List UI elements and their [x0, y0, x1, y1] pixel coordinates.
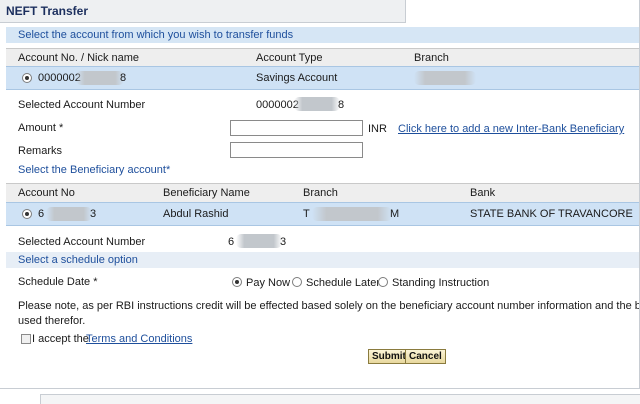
neft-transfer-panel: NEFT Transfer Select the account from wh…: [0, 0, 640, 389]
masked-selected-account: [294, 97, 340, 111]
beneficiary-section-heading: Select the Beneficiary account*: [18, 164, 171, 176]
column-header-beneficiary-bank: Bank: [470, 187, 496, 199]
source-account-row[interactable]: 0000002 8 Savings Account: [6, 66, 639, 90]
rbi-note-line1: Please note, as per RBI instructions cre…: [18, 300, 640, 312]
pay-now-radio[interactable]: [232, 277, 242, 287]
masked-account-digits: [76, 71, 124, 85]
remarks-label: Remarks: [18, 145, 63, 157]
source-section-heading: Select the account from which you wish t…: [18, 29, 294, 41]
column-header-account-no: Account No. / Nick name: [18, 52, 140, 64]
source-table-header: Account No. / Nick name Account Type Bra…: [6, 48, 639, 67]
standing-instruction-radio[interactable]: [378, 277, 388, 287]
beneficiary-branch-suffix: M: [390, 208, 400, 220]
schedule-later-label: Schedule Later: [306, 277, 380, 289]
column-header-beneficiary-branch: Branch: [303, 187, 338, 199]
page-title: NEFT Transfer: [6, 4, 89, 18]
column-header-beneficiary-name: Beneficiary Name: [163, 187, 250, 199]
column-header-account-type: Account Type: [256, 52, 323, 64]
amount-input[interactable]: [230, 120, 363, 136]
accept-terms-checkbox[interactable]: [21, 334, 31, 344]
selected-account-suffix: 8: [338, 99, 345, 111]
beneficiary-branch: T: [303, 208, 310, 220]
amount-label: Amount *: [18, 122, 64, 134]
add-beneficiary-link[interactable]: Click here to add a new Inter-Bank Benef…: [398, 123, 624, 135]
pay-now-label: Pay Now: [246, 277, 291, 289]
source-account-number-suffix: 8: [120, 72, 127, 84]
beneficiary-account-number: 6: [38, 208, 45, 220]
source-section-heading-bar: Select the account from which you wish t…: [6, 27, 639, 43]
panel-title-bar: NEFT Transfer: [0, 0, 406, 23]
schedule-section-heading-bar: Select a schedule option: [6, 252, 639, 268]
source-account-number: 0000002: [38, 72, 81, 84]
masked-beneficiary-account: [46, 207, 92, 221]
beneficiary-selected-suffix: 3: [280, 236, 287, 248]
column-header-beneficiary-account-no: Account No: [18, 187, 75, 199]
accept-terms-prefix: I accept the: [32, 333, 89, 345]
schedule-section-heading: Select a schedule option: [18, 254, 138, 266]
standing-instruction-label: Standing Instruction: [392, 277, 490, 289]
beneficiary-selected-label: Selected Account Number: [18, 236, 146, 248]
rbi-note-line2: used therefor.: [18, 315, 86, 327]
beneficiary-radio[interactable]: [22, 209, 32, 219]
masked-branch: [414, 71, 476, 85]
masked-beneficiary-selected: [236, 234, 282, 248]
selected-account-value: 0000002: [256, 99, 299, 111]
schedule-later-radio[interactable]: [292, 277, 302, 287]
source-account-type: Savings Account: [256, 72, 338, 84]
submit-button[interactable]: Submit: [368, 349, 410, 364]
masked-beneficiary-branch: [312, 207, 392, 221]
beneficiary-bank: STATE BANK OF TRAVANCORE: [470, 208, 633, 220]
schedule-date-label: Schedule Date *: [18, 276, 98, 288]
beneficiary-name: Abdul Rashid: [163, 208, 229, 220]
selected-account-label: Selected Account Number: [18, 99, 146, 111]
terms-and-conditions-link[interactable]: Terms and Conditions: [86, 333, 192, 345]
remarks-input[interactable]: [230, 142, 363, 158]
currency-label: INR: [368, 123, 387, 135]
cancel-button[interactable]: Cancel: [405, 349, 446, 364]
beneficiary-account-number-suffix: 3: [90, 208, 97, 220]
column-header-branch: Branch: [414, 52, 449, 64]
beneficiary-account-row[interactable]: 6 3 Abdul Rashid T M STATE BANK OF TRAVA…: [6, 202, 639, 226]
source-account-radio[interactable]: [22, 73, 32, 83]
beneficiary-selected-value: 6: [228, 236, 235, 248]
beneficiary-table-header: Account No Beneficiary Name Branch Bank: [6, 183, 639, 202]
